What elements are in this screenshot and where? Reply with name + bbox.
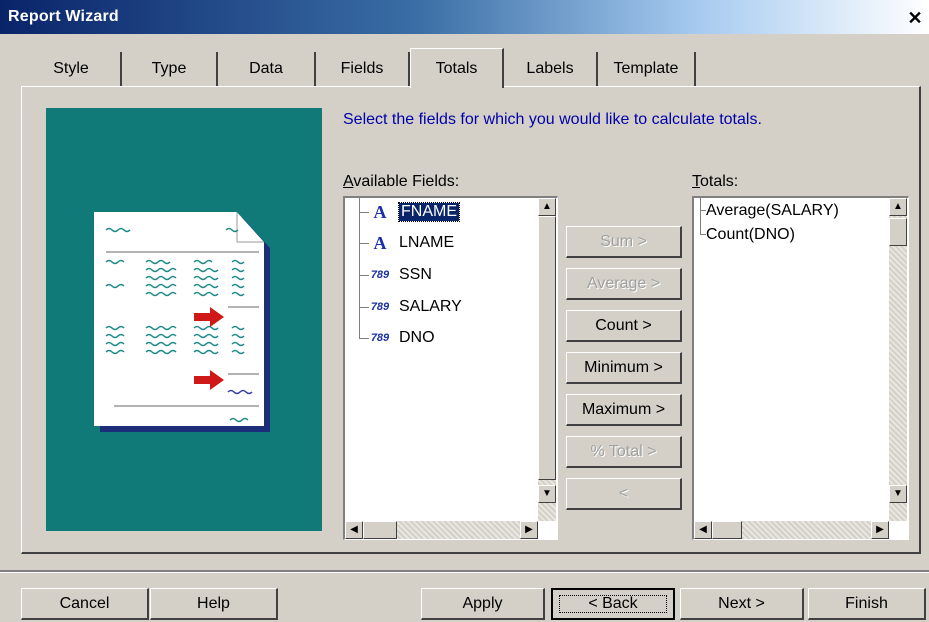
scroll-thumb[interactable]	[889, 218, 907, 246]
field-label: SALARY	[399, 298, 462, 315]
cancel-button[interactable]: Cancel	[21, 588, 149, 620]
percent-total-button[interactable]: % Total >	[566, 436, 682, 468]
tab-label: Totals	[435, 59, 478, 77]
tab-labels[interactable]: Labels	[504, 52, 598, 86]
instruction-text: Select the fields for which you would li…	[343, 111, 762, 128]
field-label: DNO	[399, 329, 435, 346]
sum-button[interactable]: Sum >	[566, 226, 682, 258]
next-button[interactable]: Next >	[680, 588, 804, 620]
scroll-right-icon[interactable]: ▶	[520, 521, 538, 539]
tab-label: Style	[53, 60, 89, 77]
text-field-icon: A	[373, 232, 387, 253]
apply-button[interactable]: Apply	[421, 588, 545, 620]
finish-button[interactable]: Finish	[808, 588, 926, 620]
scroll-thumb[interactable]	[363, 521, 397, 539]
total-item[interactable]: Average(SALARY)	[706, 199, 839, 223]
tab-type[interactable]: Type	[122, 52, 218, 86]
tab-label: Labels	[526, 60, 574, 77]
tab-label: Type	[151, 60, 187, 77]
field-item-lname[interactable]: A LNAME	[365, 231, 455, 255]
field-item-dno[interactable]: 789 DNO	[365, 326, 435, 350]
report-preview-illustration	[46, 108, 322, 531]
label-mnemonic: T	[692, 173, 700, 190]
vertical-scrollbar[interactable]: ▲ ▼	[889, 198, 907, 521]
total-label: Count(DNO)	[706, 226, 795, 243]
label-text: otals:	[700, 173, 739, 190]
scroll-down-icon[interactable]: ▼	[889, 485, 907, 503]
tab-fields[interactable]: Fields	[316, 52, 410, 86]
totals-label: Totals:	[692, 173, 738, 191]
tab-style[interactable]: Style	[22, 52, 122, 86]
scroll-left-icon[interactable]: ◀	[694, 521, 712, 539]
close-icon[interactable]: ✕	[905, 9, 925, 29]
scroll-down-icon[interactable]: ▼	[538, 485, 556, 503]
number-field-icon: 789	[370, 332, 390, 344]
scroll-right-icon[interactable]: ▶	[871, 521, 889, 539]
window-title: Report Wizard	[8, 8, 119, 25]
count-button[interactable]: Count >	[566, 310, 682, 342]
minimum-button[interactable]: Minimum >	[566, 352, 682, 384]
tab-label: Fields	[340, 60, 384, 77]
title-bar[interactable]: Report Wizard ✕	[0, 0, 929, 34]
field-item-ssn[interactable]: 789 SSN	[365, 263, 432, 287]
average-button[interactable]: Average >	[566, 268, 682, 300]
available-fields-list[interactable]: A FNAME A LNAME 789 SSN 789 SALARY 789 D…	[343, 196, 558, 540]
totals-list[interactable]: Average(SALARY) Count(DNO) ▲ ▼ ◀ ▶	[692, 196, 909, 540]
field-label: FNAME	[398, 202, 460, 222]
field-item-salary[interactable]: 789 SALARY	[365, 295, 462, 319]
horizontal-scrollbar[interactable]: ◀ ▶	[694, 521, 889, 539]
tab-label: Template	[613, 60, 679, 77]
tab-data[interactable]: Data	[218, 52, 316, 86]
remove-total-button[interactable]: <	[566, 478, 682, 510]
report-document-drawing	[105, 212, 264, 423]
field-label: SSN	[399, 266, 432, 283]
label-mnemonic: A	[343, 173, 354, 190]
tree-line	[359, 198, 360, 338]
scroll-left-icon[interactable]: ◀	[345, 521, 363, 539]
scroll-up-icon[interactable]: ▲	[538, 198, 556, 216]
scroll-up-icon[interactable]: ▲	[889, 198, 907, 216]
number-field-icon: 789	[370, 301, 390, 313]
number-field-icon: 789	[370, 269, 390, 281]
back-button[interactable]: < Back	[551, 588, 675, 620]
horizontal-scrollbar[interactable]: ◀ ▶	[345, 521, 538, 539]
tab-label: Data	[249, 60, 283, 77]
footer-separator	[0, 570, 929, 573]
label-text: vailable Fields:	[353, 173, 460, 190]
focus-rectangle	[559, 595, 667, 613]
total-item[interactable]: Count(DNO)	[706, 223, 795, 247]
scroll-thumb[interactable]	[538, 216, 556, 480]
vertical-scrollbar[interactable]: ▲ ▼	[538, 198, 556, 521]
tab-totals[interactable]: Totals	[410, 48, 504, 88]
help-button[interactable]: Help	[150, 588, 278, 620]
available-fields-label: Available Fields:	[343, 173, 459, 191]
tab-template[interactable]: Template	[598, 52, 696, 86]
report-document-icon	[94, 212, 264, 426]
field-item-fname[interactable]: A FNAME	[365, 200, 460, 224]
field-label: LNAME	[399, 234, 455, 251]
text-field-icon: A	[373, 201, 387, 222]
total-label: Average(SALARY)	[706, 202, 839, 219]
tree-line	[700, 198, 701, 234]
scroll-thumb[interactable]	[712, 521, 742, 539]
report-wizard-window: Report Wizard ✕ Style Type Data Fields T…	[0, 0, 929, 622]
maximum-button[interactable]: Maximum >	[566, 394, 682, 426]
